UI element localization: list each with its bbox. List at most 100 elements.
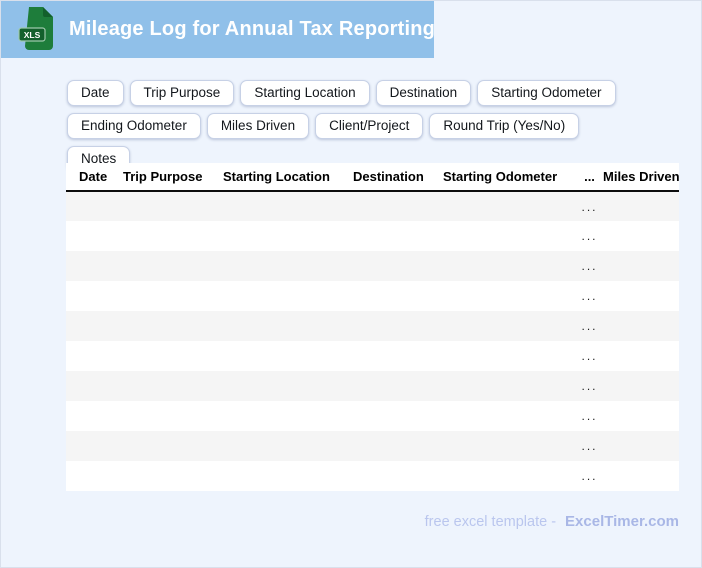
col-header-starting-odometer: Starting Odometer	[443, 169, 558, 184]
table-row: ...	[66, 281, 679, 311]
cell-ellipsis: ...	[581, 409, 598, 423]
cell-empty	[443, 401, 576, 431]
cell-empty	[223, 401, 353, 431]
page: XLS Mileage Log for Annual Tax Reporting…	[0, 0, 702, 568]
col-header-destination: Destination	[353, 169, 424, 184]
cell-empty	[223, 371, 353, 401]
field-chip-destination[interactable]: Destination	[375, 80, 472, 106]
field-chip-date[interactable]: Date	[67, 80, 124, 106]
cell-empty	[603, 221, 679, 251]
xls-badge-label: XLS	[24, 30, 41, 40]
table-row: ...	[66, 431, 679, 461]
cell-empty	[223, 191, 353, 221]
cell-empty	[603, 251, 679, 281]
cell-empty	[603, 341, 679, 371]
table-row: ...	[66, 461, 679, 491]
cell-ellipsis: ...	[581, 439, 598, 453]
mileage-log-table: Date Trip Purpose Starting Location Dest…	[66, 163, 679, 491]
footer: free excel template - ExcelTimer.com	[425, 513, 679, 530]
cell-ellipsis: ...	[581, 379, 598, 393]
cell-empty	[443, 341, 576, 371]
cell-ellipsis: ...	[581, 289, 598, 303]
cell-empty	[353, 401, 443, 431]
cell-empty	[66, 251, 123, 281]
cell-empty	[443, 221, 576, 251]
cell-empty	[123, 341, 223, 371]
col-header-date: Date	[79, 169, 108, 184]
table-header-row: Date Trip Purpose Starting Location Dest…	[66, 163, 679, 191]
table-row: ...	[66, 251, 679, 281]
table-row: ...	[66, 371, 679, 401]
cell-empty	[353, 461, 443, 491]
title-bar: XLS Mileage Log for Annual Tax Reporting	[1, 1, 436, 58]
table-row: ...	[66, 311, 679, 341]
cell-empty	[353, 311, 443, 341]
xls-file-icon: XLS	[18, 7, 53, 50]
cell-empty	[353, 221, 443, 251]
cell-empty	[123, 311, 223, 341]
cell-empty	[66, 461, 123, 491]
field-chip-starting-location[interactable]: Starting Location	[240, 80, 370, 106]
cell-empty	[443, 311, 576, 341]
cell-ellipsis: ...	[581, 319, 598, 333]
cell-ellipsis: ...	[581, 229, 598, 243]
cell-empty	[66, 191, 123, 221]
cell-ellipsis: ...	[581, 199, 598, 214]
cell-empty	[603, 401, 679, 431]
cell-empty	[123, 281, 223, 311]
field-chip-client-project[interactable]: Client/Project	[315, 113, 424, 139]
cell-empty	[123, 221, 223, 251]
field-chip-starting-odometer[interactable]: Starting Odometer	[477, 80, 616, 106]
cell-empty	[223, 281, 353, 311]
field-chip-list: Date Trip Purpose Starting Location Destina…	[67, 80, 629, 172]
cell-empty	[123, 461, 223, 491]
field-chip-trip-purpose[interactable]: Trip Purpose	[129, 80, 235, 106]
cell-empty	[66, 371, 123, 401]
cell-empty	[603, 371, 679, 401]
cell-empty	[223, 341, 353, 371]
cell-empty	[443, 191, 576, 221]
cell-ellipsis: ...	[581, 349, 598, 363]
field-chip-miles-driven[interactable]: Miles Driven	[206, 113, 310, 139]
cell-empty	[223, 221, 353, 251]
cell-empty	[66, 341, 123, 371]
cell-empty	[353, 371, 443, 401]
cell-empty	[66, 221, 123, 251]
cell-empty	[123, 191, 223, 221]
col-header-ellipsis: ...	[584, 169, 595, 184]
col-header-trip-purpose: Trip Purpose	[123, 169, 203, 184]
cell-empty	[66, 281, 123, 311]
cell-empty	[603, 431, 679, 461]
cell-empty	[223, 431, 353, 461]
table-row: ...	[66, 401, 679, 431]
cell-empty	[66, 311, 123, 341]
cell-empty	[353, 191, 443, 221]
cell-empty	[443, 371, 576, 401]
cell-empty	[66, 431, 123, 461]
cell-empty	[123, 371, 223, 401]
col-header-starting-location: Starting Location	[223, 169, 330, 184]
table-row: ...	[66, 341, 679, 371]
footer-tagline: free excel template -	[424, 514, 557, 530]
cell-empty	[603, 191, 679, 221]
table-row: ...	[66, 191, 679, 221]
cell-ellipsis: ...	[581, 469, 598, 483]
cell-empty	[603, 281, 679, 311]
cell-empty	[443, 431, 576, 461]
cell-empty	[123, 251, 223, 281]
cell-empty	[603, 461, 679, 491]
page-title: Mileage Log for Annual Tax Reporting	[69, 17, 436, 40]
footer-brand-link[interactable]: ExcelTimer.com	[565, 513, 679, 530]
cell-empty	[353, 341, 443, 371]
cell-empty	[123, 401, 223, 431]
col-header-miles-driven: Miles Driven	[603, 169, 679, 184]
cell-empty	[353, 281, 443, 311]
field-chip-ending-odometer[interactable]: Ending Odometer	[67, 113, 201, 139]
field-chip-round-trip-yes-no[interactable]: Round Trip (Yes/No)	[429, 113, 580, 139]
cell-empty	[223, 251, 353, 281]
cell-empty	[443, 251, 576, 281]
cell-ellipsis: ...	[581, 259, 598, 273]
cell-empty	[603, 311, 679, 341]
cell-empty	[123, 431, 223, 461]
cell-empty	[353, 431, 443, 461]
